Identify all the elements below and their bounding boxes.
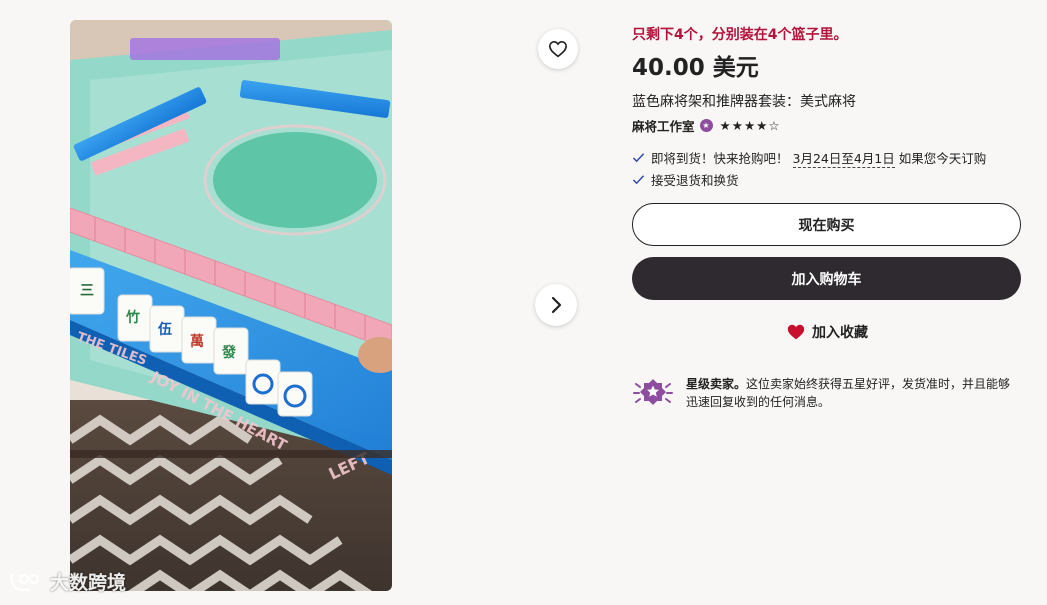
arrival-dates[interactable]: 3月24日至4月1日: [792, 151, 895, 168]
stock-notice: 只剩下4个，分别装在4个篮子里。: [632, 27, 848, 43]
favorite-button[interactable]: [538, 29, 578, 69]
svg-text:伍: 伍: [157, 321, 172, 338]
half-star-icon: ☆: [768, 118, 780, 133]
svg-text:竹: 竹: [125, 309, 140, 326]
rating-stars[interactable]: ★ ★ ★ ★ ☆: [720, 118, 780, 133]
shop-name[interactable]: 麻将工作室: [632, 116, 695, 135]
star-seller-info: 星级卖家。这位卖家始终获得五星好评，发货准时，并且能够迅速回复收到的任何消息。: [632, 375, 1021, 411]
watermark-text: 大数跨境: [50, 572, 127, 594]
check-icon: [632, 153, 645, 163]
returns-info: 接受退货和换货: [632, 170, 739, 189]
buy-now-button[interactable]: 现在购买: [632, 203, 1021, 246]
star-icon: ★: [719, 118, 731, 133]
arrival-info: 即将到货！快来抢购吧！ 3月24日至4月1日 如果您今天订购: [632, 148, 987, 168]
product-image[interactable]: 三 竹 伍 萬 發 THE TILES JOY IN THE HEART LEF…: [70, 20, 392, 591]
svg-text:三: 三: [80, 283, 94, 299]
add-to-favorites-button[interactable]: 加入收藏: [786, 322, 868, 342]
watermark: 大数跨境: [8, 568, 126, 595]
arrival-suffix: 如果您今天订购: [898, 151, 987, 166]
add-to-favorites-label: 加入收藏: [812, 325, 868, 341]
star-seller-badge-icon: [633, 379, 673, 405]
watermark-logo-icon: [8, 570, 44, 594]
star-icon: ★: [731, 118, 743, 133]
star-seller-text: 星级卖家。这位卖家始终获得五星好评，发货准时，并且能够迅速回复收到的任何消息。: [686, 375, 1021, 411]
arrival-prefix: 即将到货！快来抢购吧！: [651, 151, 789, 166]
heart-outline-icon: [548, 40, 568, 58]
svg-text:萬: 萬: [190, 333, 204, 350]
returns-text: 接受退货和换货: [651, 173, 739, 188]
svg-text:發: 發: [221, 344, 237, 361]
price: 40.00 美元: [632, 55, 759, 81]
product-photo-illustration: 三 竹 伍 萬 發 THE TILES JOY IN THE HEART LEF…: [70, 20, 392, 591]
heart-icon: [787, 324, 805, 340]
shop-row: 麻将工作室 ★ ★ ★ ★ ★ ☆: [632, 116, 780, 135]
star-seller-small-icon: ★: [699, 119, 713, 132]
next-image-button[interactable]: [535, 284, 577, 326]
add-to-cart-button[interactable]: 加入购物车: [632, 257, 1021, 300]
star-seller-label: 星级卖家。: [686, 377, 747, 391]
star-icon: ★: [743, 118, 756, 133]
product-title: 蓝色麻将架和推牌器套装：美式麻将: [632, 94, 856, 110]
chevron-right-icon: [551, 296, 562, 314]
star-icon: ★: [756, 118, 768, 133]
check-icon: [632, 175, 645, 185]
